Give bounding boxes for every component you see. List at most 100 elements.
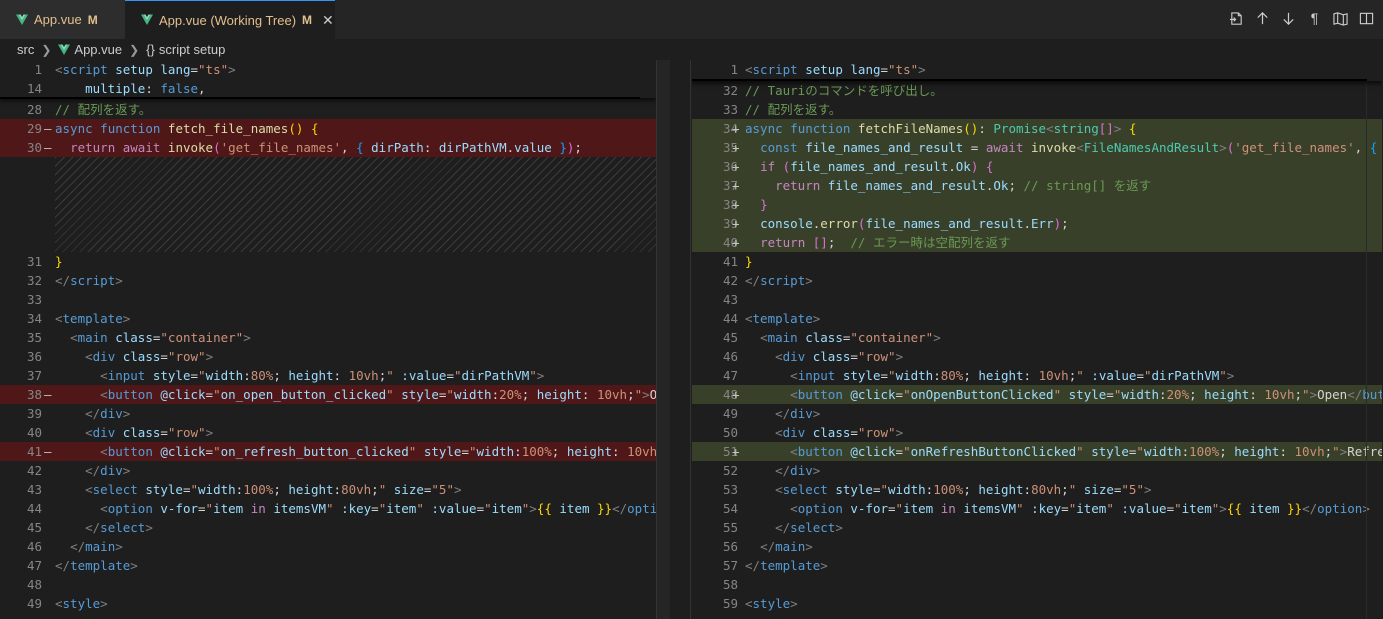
code-token: item	[1249, 501, 1280, 516]
code-line[interactable]: 53 <select style="width:100%; height:80v…	[692, 480, 1382, 499]
code-line[interactable]: 32 // Tauriのコマンドを呼び出し。	[692, 81, 1382, 100]
sticky-line[interactable]: 1 <script setup lang="ts">	[0, 60, 656, 79]
code-token: <	[745, 311, 753, 326]
code-line[interactable]: 35 <main class="container">	[0, 328, 656, 347]
code-line[interactable]: 54 <option v-for="item in itemsVM" :key=…	[692, 499, 1382, 518]
code-line[interactable]: 58	[692, 575, 1382, 594]
line-number: 29	[26, 121, 42, 136]
code-line[interactable]: 42 </div>	[0, 461, 656, 480]
code-line[interactable]: 36 <div class="row">	[0, 347, 656, 366]
diff-divider[interactable]	[670, 60, 691, 619]
tab-app-vue-working-tree[interactable]: App.vue (Working Tree) M ✕	[125, 0, 335, 39]
code-line[interactable]: 34 <template>	[0, 309, 656, 328]
code-token: function	[100, 121, 161, 136]
code-token: "row"	[167, 425, 206, 440]
code-line[interactable]: 48 + <button @click="onOpenButtonClicked"…	[692, 385, 1382, 404]
code-line[interactable]: 46 </main>	[0, 537, 656, 556]
code-token: @click	[850, 444, 896, 459]
code-line[interactable]: 45 <main class="container">	[692, 328, 1382, 347]
code-line[interactable]: 35 + const file_names_and_result = await …	[692, 138, 1382, 157]
code-line[interactable]: 47 <input style="width:80%; height: 10vh…	[692, 366, 1382, 385]
code-line[interactable]: 49 <style>	[0, 594, 656, 613]
code-token: @click	[160, 444, 206, 459]
code-token: ;	[963, 368, 979, 383]
breadcrumb-file[interactable]: App.vue	[74, 42, 122, 57]
code-token: "	[386, 368, 394, 383]
code-line[interactable]: 50 <div class="row">	[692, 423, 1382, 442]
code-line[interactable]: 41}	[692, 252, 1382, 271]
sticky-scroll[interactable]: 1 <script setup lang="ts"> 14 multiple: fa…	[0, 60, 656, 99]
line-number: 39	[26, 406, 42, 421]
code-token: >	[115, 273, 123, 288]
code-line[interactable]: 45 </select>	[0, 518, 656, 537]
line-number: 49	[26, 596, 42, 611]
code-token: :value	[1121, 501, 1167, 516]
code-line[interactable]: 33	[0, 290, 656, 309]
code-line[interactable]: 57 </template>	[692, 556, 1382, 575]
code-line[interactable]: 44 <option v-for="item in itemsVM" :key=…	[0, 499, 656, 518]
code-line[interactable]: 40 + return []; // エラー時は空配列を返す	[692, 233, 1382, 252]
breadcrumb-symbol[interactable]: script setup	[159, 42, 225, 57]
code-line[interactable]: 41— <button @click="on_refresh_button_cl…	[0, 442, 656, 461]
code-line[interactable]: 44 <template>	[692, 309, 1382, 328]
code-line[interactable]: 30— return await invoke('get_file_names'…	[0, 138, 656, 157]
code-token: }	[745, 254, 753, 269]
code-line[interactable]: 40 <div class="row">	[0, 423, 656, 442]
code-line[interactable]: 46 <div class="row">	[692, 347, 1382, 366]
code-line[interactable]: 38— <button @click="on_open_button_click…	[0, 385, 656, 404]
code-token: =	[872, 482, 881, 497]
arrow-up-icon[interactable]	[1254, 8, 1271, 28]
code-line[interactable]: 31}	[0, 252, 656, 271]
code-line[interactable]: 28 // 配列を返す。	[0, 100, 656, 119]
code-line[interactable]: 39 </div>	[0, 404, 656, 423]
code-line[interactable]: 34 + async function fetchFileNames(): Prom…	[692, 119, 1382, 138]
code-line[interactable]: 47 </template>	[0, 556, 656, 575]
code-line[interactable]: 56 </main>	[692, 537, 1382, 556]
code-line[interactable]: 39 + console.error(file_names_and_result.…	[692, 214, 1382, 233]
code-line[interactable]: 48	[0, 575, 656, 594]
split-editor-icon[interactable]	[1358, 8, 1375, 28]
modified-badge: M	[302, 13, 313, 27]
overview-ruler[interactable]	[1366, 60, 1379, 619]
code-line[interactable]: 42 </script>	[692, 271, 1382, 290]
code-token: ;	[627, 387, 635, 402]
code-line[interactable]: 59 <style>	[692, 594, 1382, 613]
close-icon[interactable]: ✕	[322, 12, 334, 29]
code-line[interactable]: 37 <input style="width:80%; height: 10vh…	[0, 366, 656, 385]
original-editor[interactable]: 28// 配列を返す。 29— async function fetch_file_…	[0, 60, 656, 619]
code-line[interactable]: 51 + <button @click="onRefreshButtonClick…	[692, 442, 1382, 461]
code-token: class	[805, 330, 843, 345]
tab-app-vue[interactable]: App.vue M	[0, 0, 125, 39]
code-line[interactable]: 52 </div>	[692, 461, 1382, 480]
code-line[interactable]: 33 // 配列を返す。	[692, 100, 1382, 119]
sticky-line[interactable]: 1 <script setup lang="ts">	[692, 60, 1382, 79]
breadcrumb-folder[interactable]: src	[17, 42, 34, 57]
code-line[interactable]: 38 + }	[692, 195, 1382, 214]
code-line[interactable]: 37 + return file_names_and_result.Ok; // …	[692, 176, 1382, 195]
map-icon[interactable]	[1332, 8, 1349, 28]
pilcrow-icon[interactable]: ¶	[1306, 8, 1323, 28]
original-scrollbar[interactable]	[656, 60, 671, 619]
code-line[interactable]: 43 <select style="width:100%; height:80v…	[0, 480, 656, 499]
arrow-down-icon[interactable]	[1280, 8, 1297, 28]
code-line[interactable]: 49 </div>	[692, 404, 1382, 423]
sticky-line[interactable]: 14 multiple: false,	[0, 79, 656, 98]
code-token: template	[62, 311, 123, 326]
code-line[interactable]: 32 </script>	[0, 271, 656, 290]
code-token: "	[416, 501, 424, 516]
code-line[interactable]: 43	[692, 290, 1382, 309]
sticky-scroll[interactable]: 1 <script setup lang="ts">	[692, 60, 1382, 81]
code-line[interactable]: 29— async function fetch_file_names() {	[0, 119, 656, 138]
open-file-icon[interactable]	[1228, 8, 1245, 28]
modified-editor[interactable]: 32// Tauriのコマンドを呼び出し。 33// 配列を返す。 34 + async…	[692, 60, 1382, 619]
code-token: option	[797, 501, 843, 516]
code-line[interactable]: 55 </select>	[692, 518, 1382, 537]
code-token: :	[423, 140, 439, 155]
code-line[interactable]: 36 + if (file_names_and_result.Ok) {	[692, 157, 1382, 176]
added-line-marker: +	[732, 197, 740, 212]
code-token: ;	[551, 444, 567, 459]
